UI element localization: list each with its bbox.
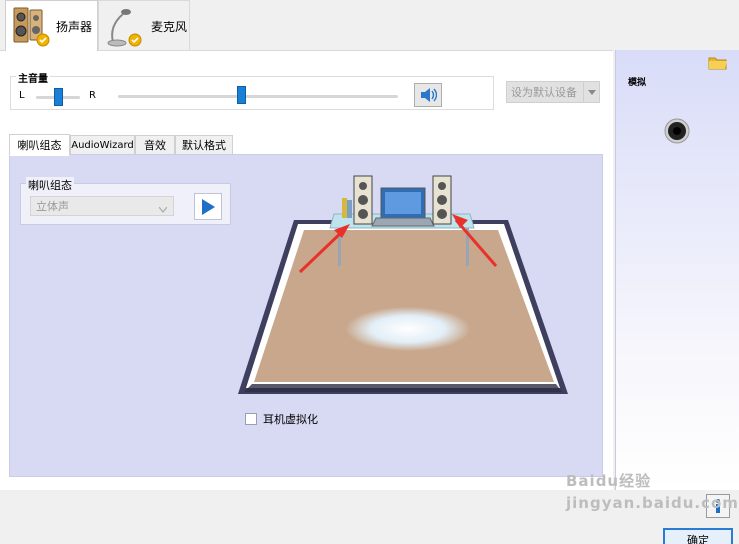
set-default-device-label: 设为默认设备 xyxy=(511,86,577,99)
speaker-icon xyxy=(10,4,50,48)
connector-panel xyxy=(615,50,739,490)
tab-microphone-label: 麦克风 xyxy=(151,19,188,34)
headphone-virtualization-label: 耳机虚拟化 xyxy=(263,413,318,426)
tab-default-format[interactable]: 默认格式 xyxy=(175,135,233,155)
tab-audiowizard-label: AudioWizard xyxy=(71,139,134,151)
mute-button[interactable] xyxy=(414,83,442,107)
balance-slider-thumb[interactable] xyxy=(54,88,63,106)
tab-speaker-config-label: 喇叭组态 xyxy=(17,139,62,152)
speaker-config-group-title: 喇叭组态 xyxy=(26,177,74,193)
speaker-config-selected-value: 立体声 xyxy=(36,200,69,213)
balance-right-label: R xyxy=(89,90,96,101)
headphone-virtualization-checkbox[interactable] xyxy=(245,413,257,425)
tab-audiowizard[interactable]: AudioWizard xyxy=(70,135,135,155)
chevron-down-icon xyxy=(158,203,168,216)
baidu-watermark-text: Baidu经验 jingyan.baidu.com xyxy=(566,472,739,512)
volume-icon xyxy=(421,88,437,102)
tab-speakers[interactable]: 扬声器 xyxy=(5,0,98,51)
tab-default-format-label: 默认格式 xyxy=(182,139,226,152)
tab-speakers-label: 扬声器 xyxy=(56,19,93,34)
volume-slider-track[interactable] xyxy=(118,95,398,98)
speaker-room-illustration xyxy=(238,175,568,394)
audio-manager-window: 扬声器 麦克风 主音量 L R 设为默认设备 喇叭组态 AudioWizard … xyxy=(0,0,739,544)
tab-microphone[interactable]: 麦克风 xyxy=(98,0,190,51)
connector-panel-label: 模拟 xyxy=(628,78,647,88)
play-icon xyxy=(202,198,215,215)
chevron-down-icon xyxy=(583,82,599,102)
set-default-device-button[interactable]: 设为默认设备 xyxy=(506,81,600,103)
tab-speaker-config[interactable]: 喇叭组态 xyxy=(9,134,70,156)
microphone-icon xyxy=(105,4,145,48)
play-test-button[interactable] xyxy=(194,193,222,220)
folder-icon[interactable] xyxy=(708,54,728,73)
audio-jack-icon[interactable] xyxy=(664,118,690,147)
ok-button[interactable]: 确定 xyxy=(663,528,733,544)
tab-sound-effects[interactable]: 音效 xyxy=(135,135,175,155)
master-volume-title: 主音量 xyxy=(16,70,50,85)
tab-sound-effects-label: 音效 xyxy=(144,139,166,152)
balance-left-label: L xyxy=(19,90,25,101)
ok-button-label: 确定 xyxy=(687,534,709,544)
baidu-watermark: Baidu经验 jingyan.baidu.com xyxy=(566,470,739,526)
speaker-config-select[interactable]: 立体声 xyxy=(30,196,174,216)
volume-slider-thumb[interactable] xyxy=(237,86,246,104)
